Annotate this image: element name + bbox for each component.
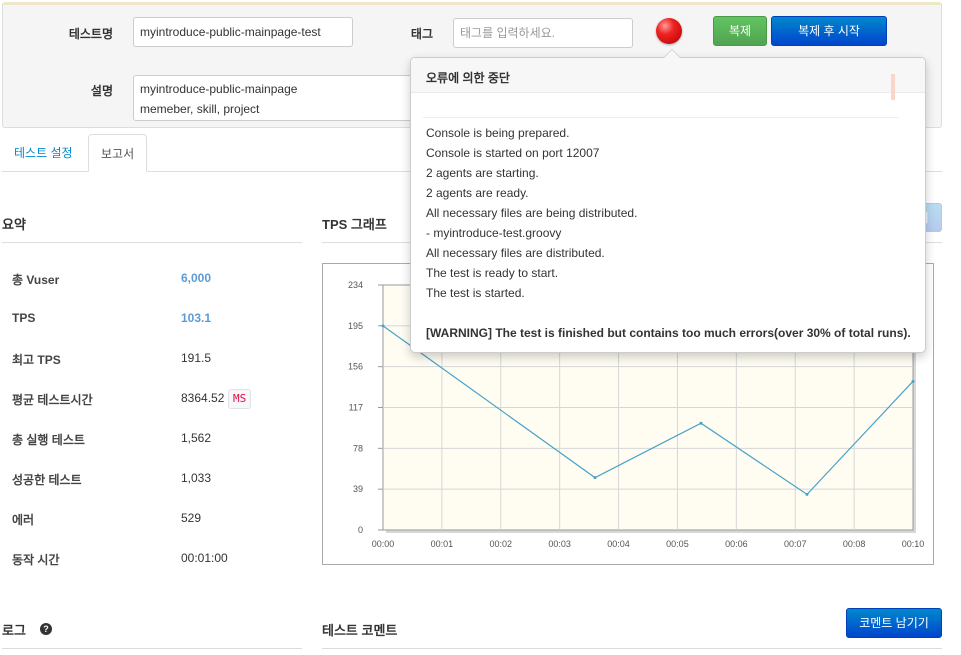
x-tick-label: 00:08: [843, 539, 866, 549]
popover-progress-area: [423, 74, 899, 118]
x-tick-label: 00:10: [902, 539, 925, 549]
test-comment-title: 테스트 코멘트: [322, 623, 398, 638]
x-tick-label: 00:02: [490, 539, 513, 549]
x-tick-label: 00:03: [548, 539, 571, 549]
summary-label-successful-tests: 성공한 테스트: [12, 473, 82, 487]
summary-value-total-tests: 1,562: [181, 431, 212, 445]
y-tick-label: 78: [353, 443, 363, 453]
tps-point: [381, 324, 385, 328]
clone-and-start-button[interactable]: 복제 후 시작: [771, 16, 887, 46]
unit-badge-ms: MS: [228, 389, 252, 409]
summary-label-mean-test-time: 평균 테스트시간: [12, 393, 93, 407]
x-tick-label: 00:07: [784, 539, 807, 549]
summary-label-tps: TPS: [12, 311, 36, 325]
tab-test-settings[interactable]: 테스트 설정: [2, 134, 85, 172]
y-tick-label: 117: [349, 403, 363, 413]
popover-scroll-mark: [891, 74, 895, 100]
summary-divider: [2, 242, 302, 243]
tps-point: [805, 492, 809, 496]
summary-value-mean-test-time: 8364.52: [181, 391, 225, 405]
tag-input[interactable]: [453, 18, 633, 48]
summary-label-peak-tps: 최고 TPS: [12, 353, 61, 367]
y-tick-label: 0: [358, 525, 363, 535]
tag-label: 태그: [410, 27, 433, 41]
test-name-input[interactable]: [133, 17, 353, 47]
y-tick-label: 234: [348, 280, 363, 290]
x-tick-label: 00:06: [725, 539, 748, 549]
comment-divider: [322, 648, 942, 649]
tab-report[interactable]: 보고서: [88, 134, 148, 172]
tps-point: [593, 476, 597, 480]
log-title: 로그: [2, 623, 26, 638]
clone-button[interactable]: 복제: [713, 16, 767, 46]
summary-value-peak-tps: 191.5: [181, 351, 212, 365]
error-stop-popover: 오류에 의한 중단 Console is being prepared. Con…: [410, 49, 926, 353]
summary-value-successful-tests: 1,033: [181, 471, 212, 485]
log-line: Console is started on port 12007: [426, 146, 600, 160]
log-warning-line: [WARNING] The test is finished but conta…: [426, 326, 911, 340]
log-line: The test is ready to start.: [426, 266, 559, 280]
log-line: The test is started.: [426, 286, 525, 300]
leave-comment-button[interactable]: 코멘트 남기기: [846, 608, 942, 638]
summary-label-run-time: 동작 시간: [12, 553, 60, 567]
log-line: Console is being prepared.: [426, 126, 570, 140]
summary-label-errors: 에러: [12, 513, 35, 527]
summary-value-tps: 103.1: [181, 311, 212, 325]
log-line: All necessary files are being distribute…: [426, 206, 638, 220]
summary-value-run-time: 00:01:00: [181, 551, 228, 565]
summary-value-vuser: 6,000: [181, 271, 212, 285]
test-status-error-icon[interactable]: [656, 18, 682, 44]
log-divider: [2, 648, 302, 649]
summary-label-total-tests: 총 실행 테스트: [12, 433, 85, 447]
log-line: 2 agents are ready.: [426, 186, 529, 200]
y-tick-label: 195: [348, 321, 363, 331]
tps-point: [699, 421, 703, 425]
y-tick-label: 156: [348, 362, 363, 372]
description-line-2: memeber, skill, project: [140, 102, 260, 116]
description-line-1: myintroduce-public-mainpage: [140, 82, 298, 96]
log-line: - myintroduce-test.groovy: [426, 226, 562, 240]
description-label: 설명: [90, 84, 113, 98]
log-line: All necessary files are distributed.: [426, 246, 605, 260]
description-textarea[interactable]: myintroduce-public-mainpage memeber, ski…: [133, 75, 433, 121]
y-tick-label: 39: [353, 484, 363, 494]
x-tick-label: 00:01: [431, 539, 454, 549]
summary-label-vuser: 총 Vuser: [12, 273, 60, 287]
x-tick-label: 00:04: [607, 539, 630, 549]
tps-point: [911, 379, 915, 383]
summary-value-errors: 529: [181, 511, 202, 525]
x-tick-label: 00:00: [372, 539, 395, 549]
log-line: 2 agents are starting.: [426, 166, 539, 180]
summary-title: 요약: [2, 217, 26, 232]
x-tick-label: 00:05: [666, 539, 689, 549]
popover-arrow-inner: [664, 50, 680, 58]
help-icon[interactable]: ?: [40, 623, 52, 635]
tps-graph-title: TPS 그래프: [322, 217, 387, 232]
test-name-label: 테스트명: [68, 27, 113, 41]
